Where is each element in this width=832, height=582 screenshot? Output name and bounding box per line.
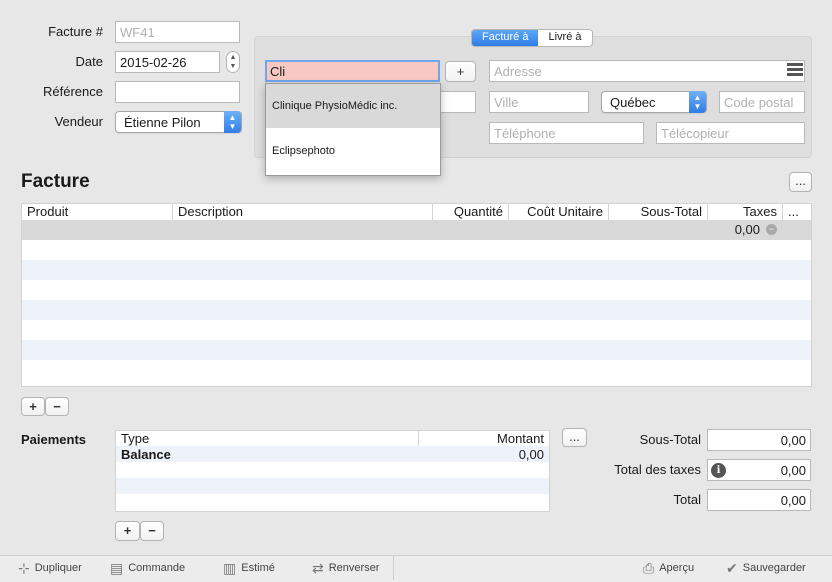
table-row — [116, 462, 549, 478]
invoice-table: Produit Description Quantité Coût Unitai… — [21, 203, 812, 387]
chevron-updown-icon: ▲ ▼ — [689, 91, 706, 113]
table-row — [22, 320, 811, 340]
phone-placeholder: Téléphone — [494, 126, 556, 141]
column-header-unit-cost[interactable]: Coût Unitaire — [509, 204, 609, 220]
list-icon[interactable] — [787, 63, 803, 78]
bottom-toolbar: ⊹ Dupliquer ▤ Commande ▥ Estimé ⇄ Renver… — [0, 555, 832, 582]
table-row — [22, 240, 811, 260]
chevron-updown-icon: ▲ ▼ — [224, 111, 241, 133]
remove-circle-icon[interactable]: − — [766, 224, 777, 235]
column-header-description[interactable]: Description — [173, 204, 433, 220]
date-label: Date — [75, 54, 103, 69]
client-input[interactable]: Cli — [265, 60, 440, 82]
invoice-title: Facture — [21, 171, 90, 192]
tab-shipped-to[interactable]: Livré à — [538, 30, 592, 46]
province-value: Québec — [610, 95, 656, 110]
payment-type: Balance — [121, 447, 171, 462]
add-line-button[interactable]: + — [21, 397, 45, 416]
payments-title: Paiements — [21, 432, 87, 447]
invoice-number-field[interactable]: WF41 — [115, 21, 240, 43]
table-row — [22, 360, 811, 380]
subtotal-field: 0,00 — [707, 429, 811, 451]
city-placeholder: Ville — [494, 95, 519, 110]
phone-field[interactable]: Téléphone — [489, 122, 644, 144]
save-label: Sauvegarder — [742, 562, 806, 574]
reverse-button[interactable]: ⇄ Renverser — [312, 556, 395, 580]
printer-icon: ⎙ — [643, 560, 655, 576]
table-row — [22, 260, 811, 280]
table-row — [22, 300, 811, 320]
postal-code-placeholder: Code postal — [724, 95, 794, 110]
estimate-label: Estimé — [241, 562, 275, 574]
column-header-taxes[interactable]: Taxes — [708, 204, 783, 220]
duplicate-label: Dupliquer — [34, 562, 82, 574]
vendor-select[interactable]: Étienne Pilon ▲ ▼ — [115, 111, 242, 133]
table-row — [116, 494, 549, 510]
province-select[interactable]: Québec ▲ ▼ — [601, 91, 707, 113]
subtotal-label: Sous-Total — [639, 432, 701, 447]
duplicate-icon: ⊹ — [18, 560, 30, 576]
client-suggestions: Clinique PhysioMédic inc. Eclipsephoto — [265, 83, 441, 176]
payments-table: Type Montant Balance 0,00 — [115, 430, 550, 512]
payment-amount: 0,00 — [518, 447, 544, 462]
table-row[interactable]: Balance 0,00 — [116, 446, 549, 462]
address-placeholder: Adresse — [494, 64, 542, 79]
client-field-partial[interactable] — [440, 91, 476, 113]
fax-field[interactable]: Télécopieur — [656, 122, 805, 144]
taxes-total-label: Total des taxes — [614, 462, 701, 477]
add-payment-button[interactable]: + — [115, 521, 140, 541]
suggestion-item[interactable]: Eclipsephoto — [266, 128, 440, 175]
fax-placeholder: Télécopieur — [661, 126, 729, 141]
column-header-subtotal[interactable]: Sous-Total — [609, 204, 708, 220]
tab-billed-to[interactable]: Facturé à — [472, 30, 539, 46]
preview-label: Aperçu — [659, 562, 695, 574]
column-header-amount[interactable]: Montant — [419, 431, 549, 446]
preview-button[interactable]: ⎙ Aperçu — [643, 556, 694, 580]
table-row — [116, 478, 549, 494]
row-taxes-value: 0,00 — [734, 222, 760, 237]
add-client-button[interactable]: + — [445, 61, 476, 82]
column-header-product[interactable]: Produit — [22, 204, 173, 220]
order-label: Commande — [128, 562, 186, 574]
address-tabs: Facturé à Livré à — [471, 29, 593, 47]
total-field: 0,00 — [707, 489, 811, 511]
vendor-select-value: Étienne Pilon — [124, 115, 201, 130]
table-row — [22, 280, 811, 300]
postal-code-field[interactable]: Code postal — [719, 91, 805, 113]
remove-line-button[interactable]: − — [45, 397, 69, 416]
duplicate-button[interactable]: ⊹ Dupliquer — [18, 556, 82, 580]
info-icon[interactable]: i — [711, 463, 726, 478]
order-button[interactable]: ▤ Commande — [110, 556, 185, 580]
column-header-quantity[interactable]: Quantité — [433, 204, 509, 220]
swap-arrows-icon: ⇄ — [312, 560, 324, 576]
total-label: Total — [673, 492, 701, 507]
reference-label: Référence — [43, 84, 103, 99]
invoice-more-button[interactable]: ... — [789, 172, 812, 192]
clipboard-icon: ▥ — [223, 560, 237, 576]
city-field[interactable]: Ville — [489, 91, 589, 113]
save-button[interactable]: ✔ Sauvegarder — [726, 556, 806, 580]
payments-more-button[interactable]: ... — [562, 428, 587, 447]
date-stepper[interactable]: ▲ ▼ — [226, 51, 240, 73]
remove-payment-button[interactable]: − — [140, 521, 164, 541]
suggestion-item[interactable]: Clinique PhysioMédic inc. — [266, 84, 440, 128]
document-stack-icon: ▤ — [110, 560, 124, 576]
column-header-type[interactable]: Type — [116, 431, 419, 446]
invoice-number-label: Facture # — [48, 24, 103, 39]
reference-field[interactable] — [115, 81, 240, 103]
reverse-label: Renverser — [328, 562, 380, 574]
column-header-more[interactable]: ... — [783, 204, 811, 220]
table-row — [22, 340, 811, 360]
estimate-button[interactable]: ▥ Estimé — [223, 556, 275, 580]
checkmark-icon: ✔ — [726, 560, 738, 576]
vendor-label: Vendeur — [54, 114, 103, 129]
table-row[interactable]: 0,00 − — [22, 220, 811, 240]
date-field[interactable]: 2015-02-26 — [115, 51, 220, 73]
address-field[interactable]: Adresse — [489, 60, 805, 82]
